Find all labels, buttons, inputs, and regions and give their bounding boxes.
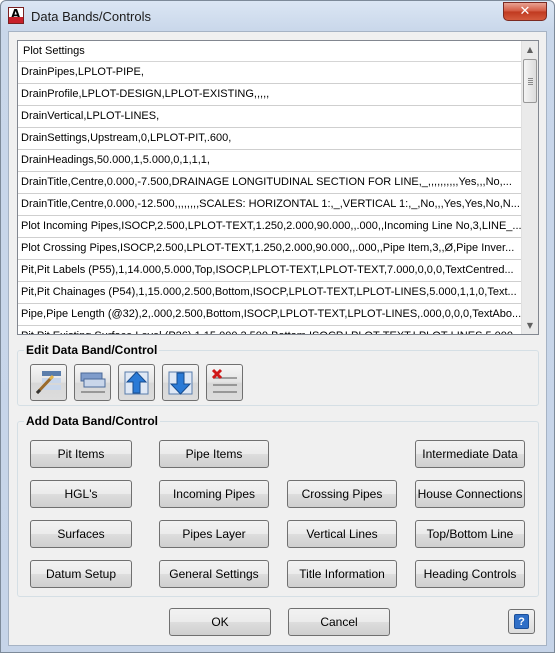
list-item[interactable]: Pit,Pit Existing Surface Level (P26),1,1…: [18, 326, 522, 334]
datum-setup-button[interactable]: Datum Setup: [30, 560, 132, 588]
dialog-window: A Data Bands/Controls ✕ Plot Settings Dr…: [0, 0, 555, 653]
edit-group-label: Edit Data Band/Control: [24, 343, 160, 357]
help-button[interactable]: ?: [508, 609, 535, 634]
title-bar: A Data Bands/Controls ✕: [1, 1, 554, 31]
list-item[interactable]: Plot Incoming Pipes,ISOCP,2.500,LPLOT-TE…: [18, 216, 522, 238]
title-information-button[interactable]: Title Information: [287, 560, 397, 588]
window-title: Data Bands/Controls: [31, 9, 151, 24]
surfaces-button[interactable]: Surfaces: [30, 520, 132, 548]
move-down-button[interactable]: [162, 364, 199, 401]
edit-band-button[interactable]: [30, 364, 67, 401]
add-group-label: Add Data Band/Control: [24, 414, 160, 428]
list-item[interactable]: DrainPipes,LPLOT-PIPE,: [18, 62, 522, 84]
edit-band-group: Edit Data Band/Control: [17, 343, 539, 406]
vertical-scrollbar[interactable]: ▲ ▼: [521, 41, 538, 334]
scrollbar-thumb[interactable]: [523, 59, 537, 103]
general-settings-button[interactable]: General Settings: [159, 560, 269, 588]
list-item[interactable]: DrainVertical,LPLOT-LINES,: [18, 106, 522, 128]
scroll-down-arrow-icon[interactable]: ▼: [522, 317, 538, 334]
close-button[interactable]: ✕: [503, 2, 547, 21]
list-item[interactable]: Pit,Pit Labels (P55),1,14.000,5.000,Top,…: [18, 260, 522, 282]
vertical-lines-button[interactable]: Vertical Lines: [287, 520, 397, 548]
scroll-up-arrow-icon[interactable]: ▲: [522, 41, 538, 58]
heading-controls-button[interactable]: Heading Controls: [415, 560, 525, 588]
crossing-pipes-button[interactable]: Crossing Pipes: [287, 480, 397, 508]
list-header: Plot Settings: [18, 41, 522, 62]
hgls-button[interactable]: HGL's: [30, 480, 132, 508]
cancel-button[interactable]: Cancel: [288, 608, 390, 636]
list-item[interactable]: Pipe,Pipe Length (@32),2,.000,2.500,Bott…: [18, 304, 522, 326]
copy-band-button[interactable]: [74, 364, 111, 401]
list-item[interactable]: DrainProfile,LPLOT-DESIGN,LPLOT-EXISTING…: [18, 84, 522, 106]
add-band-group: Add Data Band/Control Pit Items Pipe Ite…: [17, 414, 539, 597]
ok-button[interactable]: OK: [169, 608, 271, 636]
list-item[interactable]: DrainTitle,Centre,0.000,-12.500,,,,,,,,S…: [18, 194, 522, 216]
pipes-layer-button[interactable]: Pipes Layer: [159, 520, 269, 548]
app-logo-icon: A: [8, 7, 24, 24]
help-icon: ?: [514, 614, 529, 629]
list-item[interactable]: DrainHeadings,50.000,1,5.000,0,1,1,1,: [18, 150, 522, 172]
list-item[interactable]: DrainSettings,Upstream,0,LPLOT-PIT,.600,: [18, 128, 522, 150]
plot-settings-list[interactable]: Plot Settings DrainPipes,LPLOT-PIPE, Dra…: [17, 40, 539, 335]
delete-band-button[interactable]: [206, 364, 243, 401]
intermediate-data-button[interactable]: Intermediate Data: [415, 440, 525, 468]
house-connections-button[interactable]: House Connections: [415, 480, 525, 508]
list-rows: Plot Settings DrainPipes,LPLOT-PIPE, Dra…: [18, 41, 522, 334]
pit-items-button[interactable]: Pit Items: [30, 440, 132, 468]
dialog-body: Plot Settings DrainPipes,LPLOT-PIPE, Dra…: [8, 31, 547, 646]
move-up-button[interactable]: [118, 364, 155, 401]
list-item[interactable]: Pit,Pit Chainages (P54),1,15.000,2.500,B…: [18, 282, 522, 304]
pipe-items-button[interactable]: Pipe Items: [159, 440, 269, 468]
list-item[interactable]: DrainTitle,Centre,0.000,-7.500,DRAINAGE …: [18, 172, 522, 194]
top-bottom-line-button[interactable]: Top/Bottom Line: [415, 520, 525, 548]
incoming-pipes-button[interactable]: Incoming Pipes: [159, 480, 269, 508]
list-item[interactable]: Plot Crossing Pipes,ISOCP,2.500,LPLOT-TE…: [18, 238, 522, 260]
